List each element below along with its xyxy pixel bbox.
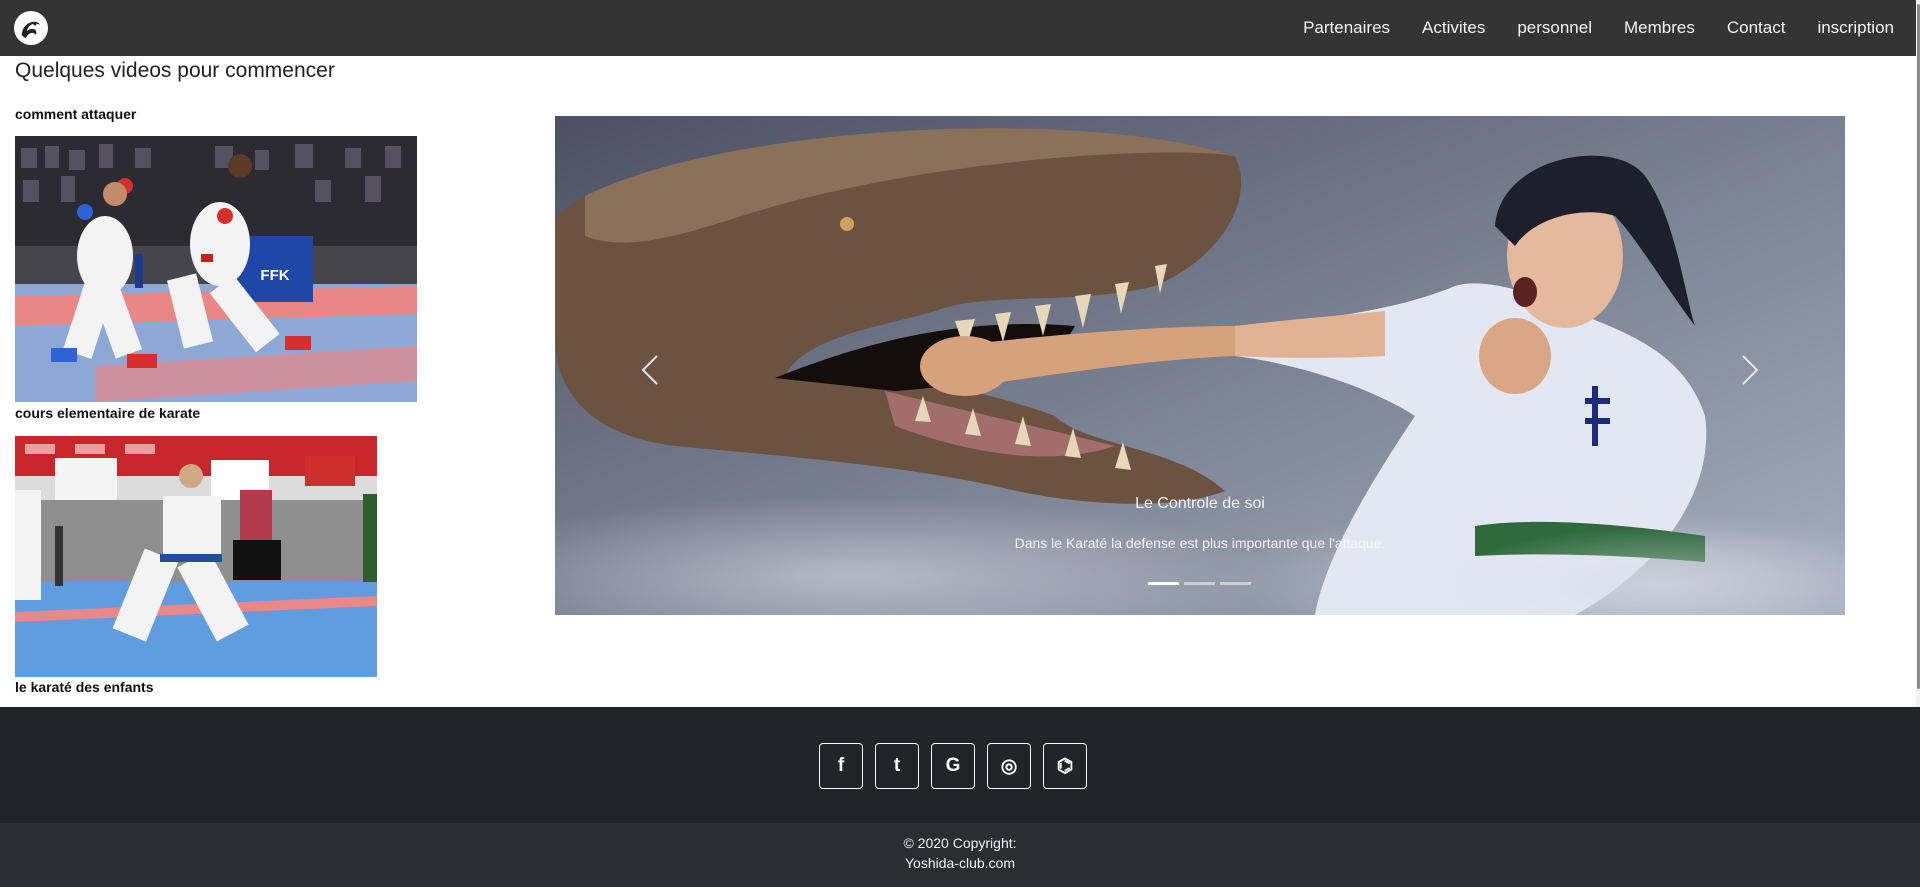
nav-link-inscription[interactable]: inscription xyxy=(1801,18,1910,38)
twitter-icon: t xyxy=(893,755,901,776)
github-icon: ⌬ xyxy=(1056,755,1074,777)
instagram-icon: ◎ xyxy=(1000,755,1018,777)
page-scrollbar[interactable] xyxy=(1916,0,1920,707)
carousel-caption-title: Le Controle de soi xyxy=(1135,495,1265,512)
carousel-next-button[interactable] xyxy=(1727,348,1771,392)
copyright-site-link[interactable]: Yoshida-club.com xyxy=(0,855,1920,871)
video-thumbnail-attaquer[interactable]: FFK xyxy=(15,136,417,402)
nav-link-membres[interactable]: Membres xyxy=(1608,18,1711,38)
video-thumbnail-cours[interactable] xyxy=(15,436,377,677)
facebook-button[interactable]: f xyxy=(819,743,863,789)
dragon-logo-icon[interactable] xyxy=(14,11,48,45)
carousel-indicator-3[interactable] xyxy=(1220,582,1251,585)
nav-link-contact[interactable]: Contact xyxy=(1711,18,1802,38)
video-title-enfants[interactable]: le karaté des enfants xyxy=(15,679,154,695)
footer: f t G ◎ ⌬ © 2020 Copyright: Yoshida-club… xyxy=(0,707,1920,887)
carousel-indicator-2[interactable] xyxy=(1184,582,1215,585)
twitter-button[interactable]: t xyxy=(875,743,919,789)
nav-link-activites[interactable]: Activites xyxy=(1406,18,1501,38)
nav-link-partenaires[interactable]: Partenaires xyxy=(1287,18,1406,38)
copyright-bar: © 2020 Copyright: Yoshida-club.com xyxy=(0,823,1920,887)
nav-link-personnel[interactable]: personnel xyxy=(1501,18,1608,38)
google-icon: G xyxy=(945,755,961,776)
social-buttons: f t G ◎ ⌬ xyxy=(819,743,1087,789)
hero-carousel[interactable]: Le Controle de soi Dans le Karaté la def… xyxy=(555,116,1845,615)
navbar: Partenaires Activites personnel Membres … xyxy=(0,0,1920,56)
carousel-caption-text: Dans le Karaté la defense est plus impor… xyxy=(1014,535,1386,551)
chevron-right-icon xyxy=(1742,355,1759,385)
video-title-cours[interactable]: cours elementaire de karate xyxy=(15,405,200,421)
carousel-indicators xyxy=(1148,582,1251,585)
carousel-indicator-1[interactable] xyxy=(1148,582,1179,585)
chevron-left-icon xyxy=(641,355,658,385)
section-title: Quelques videos pour commencer xyxy=(15,59,335,82)
github-button[interactable]: ⌬ xyxy=(1043,743,1087,789)
google-button[interactable]: G xyxy=(931,743,975,789)
copyright-text: © 2020 Copyright: xyxy=(903,835,1017,851)
facebook-icon: f xyxy=(837,755,845,776)
instagram-button[interactable]: ◎ xyxy=(987,743,1031,789)
nav-links: Partenaires Activites personnel Membres … xyxy=(1287,0,1910,56)
svg-text:FFK: FFK xyxy=(260,267,289,284)
carousel-prev-button[interactable] xyxy=(629,348,673,392)
video-title-attaquer[interactable]: comment attaquer xyxy=(15,106,136,122)
